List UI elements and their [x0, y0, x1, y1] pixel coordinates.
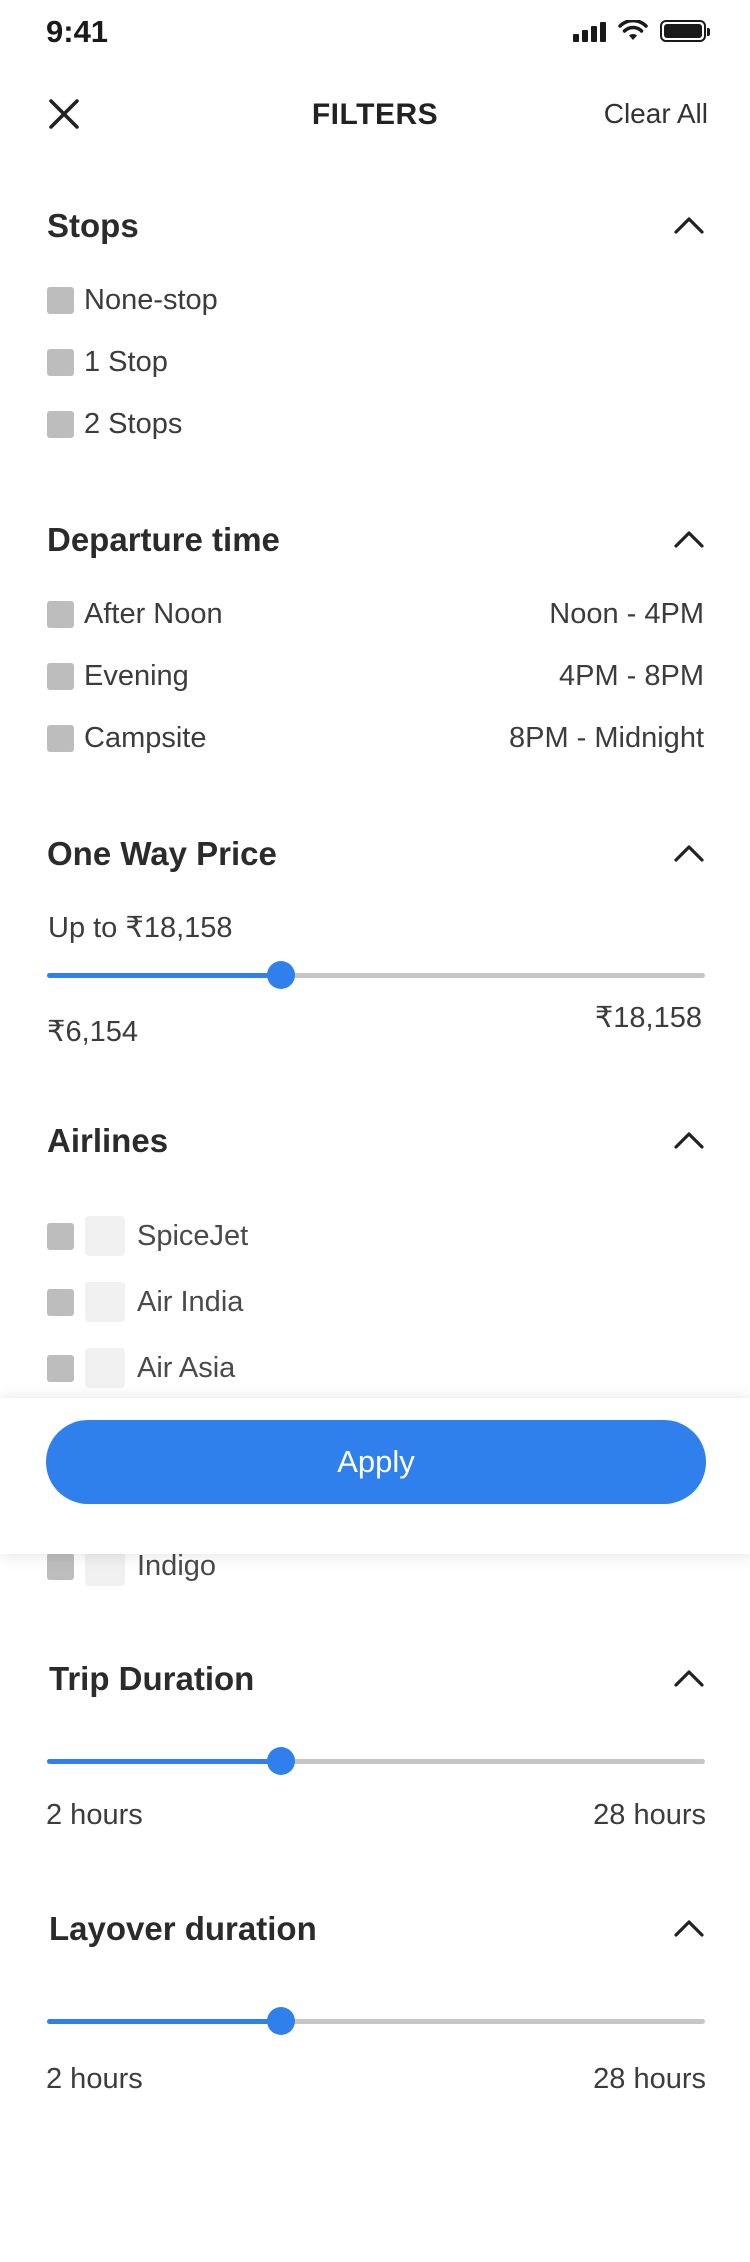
price-current: Up to ₹18,158: [48, 912, 233, 944]
stops-title: Stops: [47, 207, 139, 244]
stops-option[interactable]: None-stop: [47, 280, 704, 320]
status-bar: 9:41: [0, 0, 750, 66]
wifi-icon: [618, 20, 648, 40]
checkbox[interactable]: [47, 600, 74, 628]
price-title: One Way Price: [47, 835, 277, 872]
status-icons: [573, 20, 710, 42]
airline-label: Air India: [137, 1285, 244, 1318]
clear-all-button[interactable]: Clear All: [604, 98, 708, 130]
checkbox[interactable]: [47, 1288, 74, 1316]
option-label: Campsite: [84, 721, 207, 754]
signal-icon: [573, 20, 606, 42]
checkbox[interactable]: [47, 1222, 74, 1250]
stops-option[interactable]: 1 Stop: [47, 342, 704, 382]
price-max: ₹18,158: [594, 1002, 702, 1034]
option-label: 2 Stops: [84, 407, 183, 440]
layover-duration-title: Layover duration: [49, 1910, 317, 1947]
status-time: 9:41: [46, 14, 109, 49]
layover-duration-max: 28 hours: [593, 2063, 706, 2095]
trip-duration-max: 28 hours: [593, 1799, 706, 1831]
apply-bar: Apply: [0, 1398, 750, 1554]
trip-duration-title: Trip Duration: [49, 1660, 255, 1697]
option-label: 1 Stop: [84, 345, 168, 378]
checkbox[interactable]: [47, 410, 74, 438]
chevron-up-icon[interactable]: [672, 842, 706, 864]
chevron-up-icon[interactable]: [672, 1667, 706, 1689]
layover-duration-min: 2 hours: [46, 2063, 143, 2095]
airline-logo: [85, 1216, 125, 1256]
price-slider[interactable]: [47, 960, 705, 990]
time-range: 4PM - 8PM: [558, 659, 704, 692]
checkbox[interactable]: [47, 1354, 74, 1382]
trip-duration-slider[interactable]: [47, 1746, 705, 1776]
slider-thumb[interactable]: [266, 961, 295, 989]
checkbox[interactable]: [47, 348, 74, 376]
airline-option[interactable]: Air Asia: [47, 1348, 704, 1388]
option-label: None-stop: [84, 283, 218, 316]
time-range: Noon - 4PM: [549, 597, 704, 630]
slider-thumb[interactable]: [266, 2007, 295, 2035]
chevron-up-icon[interactable]: [672, 528, 706, 550]
checkbox[interactable]: [47, 724, 74, 752]
airline-logo: [85, 1282, 125, 1322]
price-min: ₹6,154: [47, 1016, 139, 1048]
airline-label: Air Asia: [137, 1351, 236, 1384]
airlines-title: Airlines: [47, 1122, 169, 1159]
airline-logo: [85, 1348, 125, 1388]
option-label: After Noon: [84, 597, 223, 630]
layover-duration-slider[interactable]: [47, 2006, 705, 2036]
trip-duration-min: 2 hours: [46, 1799, 143, 1831]
checkbox[interactable]: [47, 286, 74, 314]
apply-button[interactable]: Apply: [46, 1420, 706, 1504]
airline-label: SpiceJet: [137, 1219, 249, 1252]
departure-option[interactable]: Campsite 8PM - Midnight: [47, 718, 704, 758]
battery-icon: [660, 20, 710, 42]
filters-header: FILTERS Clear All: [0, 78, 750, 150]
checkbox[interactable]: [47, 662, 74, 690]
slider-thumb[interactable]: [266, 1747, 295, 1775]
departure-option[interactable]: Evening 4PM - 8PM: [47, 656, 704, 696]
stops-option[interactable]: 2 Stops: [47, 404, 704, 444]
departure-title: Departure time: [47, 521, 280, 558]
filters-screen: 9:41 FILTERS Clear All Stops None-stop 1…: [0, 0, 750, 2262]
option-label: Evening: [84, 659, 189, 692]
airline-option[interactable]: SpiceJet: [47, 1216, 704, 1256]
chevron-up-icon[interactable]: [672, 1917, 706, 1939]
chevron-up-icon[interactable]: [672, 214, 706, 236]
airline-label: Indigo: [137, 1549, 217, 1582]
departure-option[interactable]: After Noon Noon - 4PM: [47, 594, 704, 634]
airline-option[interactable]: Air India: [47, 1282, 704, 1322]
checkbox[interactable]: [47, 1552, 74, 1580]
time-range: 8PM - Midnight: [508, 721, 704, 754]
chevron-up-icon[interactable]: [672, 1129, 706, 1151]
